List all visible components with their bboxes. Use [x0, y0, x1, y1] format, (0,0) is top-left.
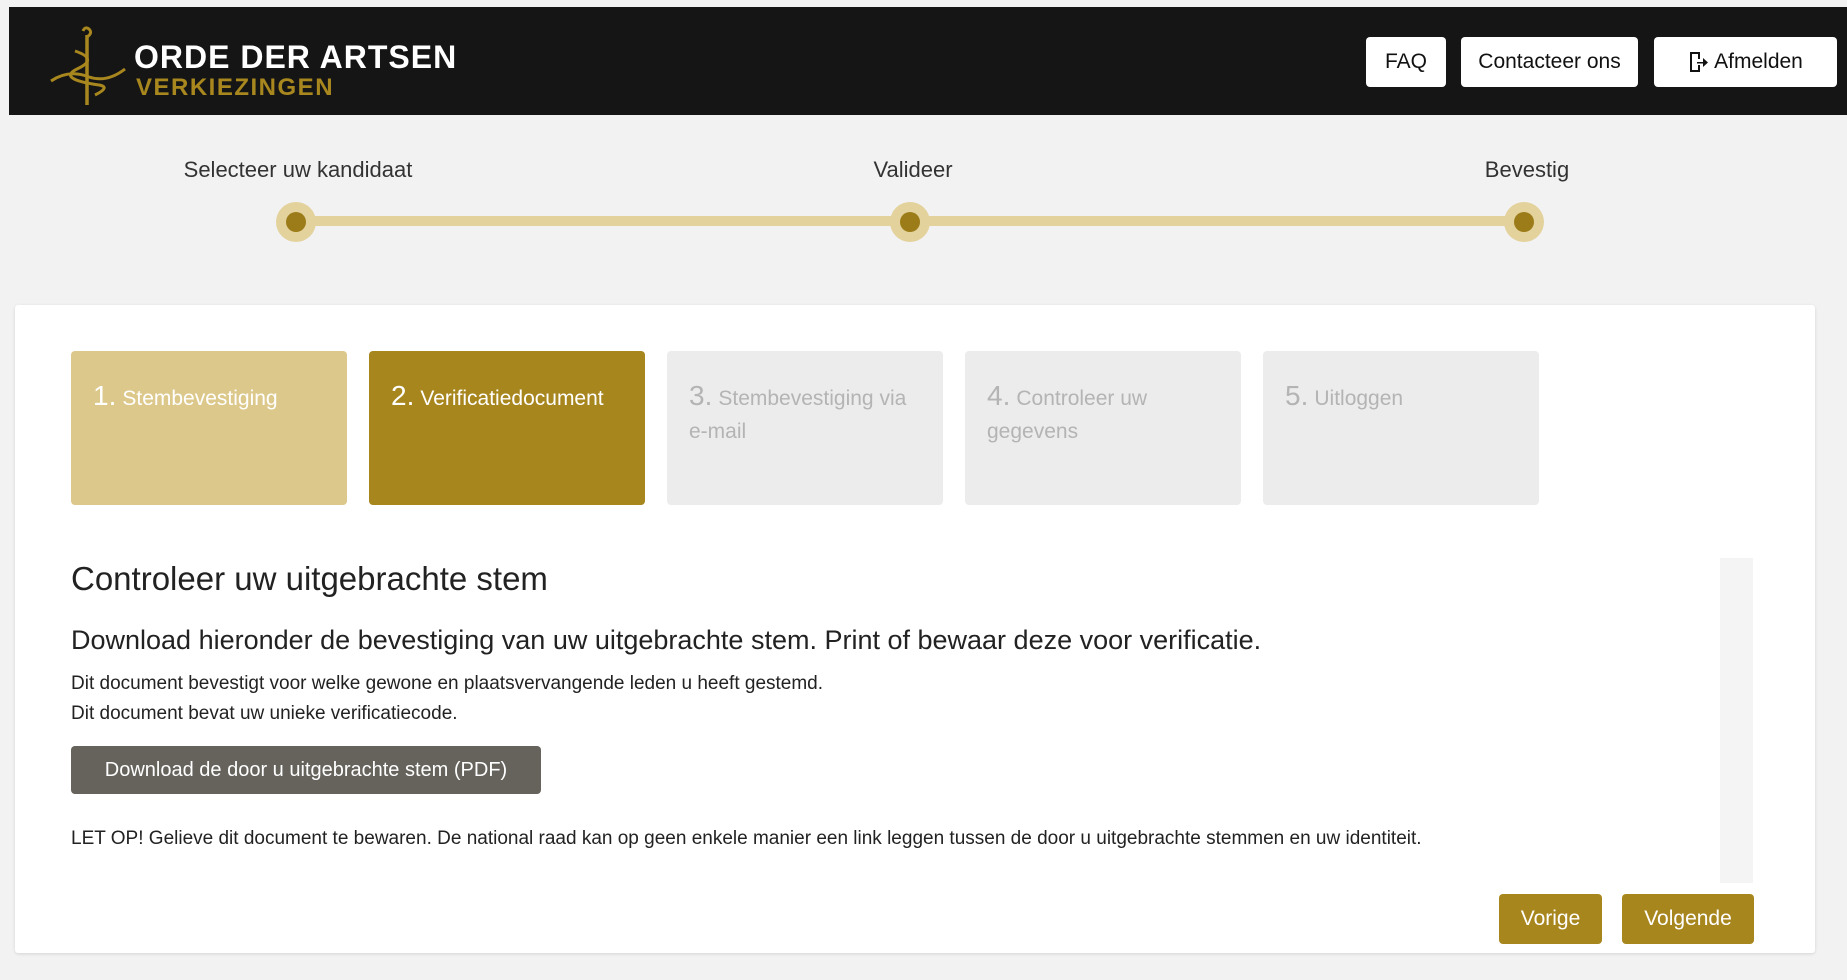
contact-button-label: Contacteer ons — [1478, 50, 1621, 73]
tracker-dot-confirm — [1504, 202, 1544, 242]
tracker-label-validate: Valideer — [873, 157, 953, 182]
wizard-step-label: Stembevestiging via e-mail — [689, 387, 907, 443]
content-line-members: Dit document bevestigt voor welke gewone… — [71, 673, 824, 694]
wizard-step-label: Controleer uw gegevens — [987, 387, 1148, 443]
wizard-step-number: 3. — [689, 380, 713, 411]
tracker-label-confirm: Bevestig — [1484, 157, 1570, 182]
brand-name: ORDE DER ARTSEN — [134, 39, 458, 75]
tracker-label-select: Selecteer uw kandidaat — [183, 157, 413, 182]
logout-icon — [1690, 52, 1709, 72]
download-pdf-label: Download de door u uitgebrachte stem (PD… — [104, 758, 508, 781]
wizard-step-uitloggen: 5. Uitloggen — [1263, 351, 1539, 505]
content-line-code: Dit document bevat uw unieke verificatie… — [71, 703, 458, 724]
content-title: Controleer uw uitgebrachte stem — [71, 560, 548, 597]
wizard-step-gegevens: 4. Controleer uw gegevens — [965, 351, 1241, 505]
wizard-step-email: 3. Stembevestiging via e-mail — [667, 351, 943, 505]
wizard-step-stembevestiging: 1. Stembevestiging — [71, 351, 347, 505]
top-navbar: ORDE DER ARTSEN VERKIEZINGEN FAQ Contact… — [9, 7, 1847, 115]
wizard-card: 1. Stembevestiging 2. Verificatiedocument … — [15, 305, 1815, 953]
wizard-step-label: Uitloggen — [1314, 387, 1404, 410]
wizard-step-verificatiedocument: 2. Verificatiedocument — [369, 351, 645, 505]
wizard-step-number: 4. — [987, 380, 1011, 411]
logout-button[interactable]: Afmelden — [1654, 37, 1837, 87]
wizard-step-number: 2. — [391, 380, 415, 411]
wizard-step-label: Verificatiedocument — [420, 387, 604, 410]
previous-button-label: Vorige — [1520, 907, 1581, 930]
download-pdf-button[interactable]: Download de door u uitgebrachte stem (PD… — [71, 746, 541, 794]
faq-button-label: FAQ — [1384, 50, 1427, 73]
previous-button[interactable]: Vorige — [1499, 894, 1602, 944]
caduceus-logo-icon — [50, 26, 126, 105]
next-button-label: Volgende — [1644, 907, 1732, 930]
wizard-step-label: Stembevestiging — [122, 387, 278, 410]
content-subtitle: Download hieronder de bevestiging van uw… — [71, 625, 1262, 655]
faq-button[interactable]: FAQ — [1366, 37, 1446, 87]
logout-button-label: Afmelden — [1714, 50, 1803, 73]
tracker-dot-validate — [890, 202, 930, 242]
tracker-dot-select — [276, 202, 316, 242]
contact-button[interactable]: Contacteer ons — [1461, 37, 1638, 87]
brand-subtitle: VERKIEZINGEN — [136, 74, 335, 101]
wizard-step-number: 5. — [1285, 380, 1309, 411]
next-button[interactable]: Volgende — [1622, 894, 1754, 944]
content-scrollbar[interactable] — [1720, 558, 1753, 883]
wizard-step-number: 1. — [93, 380, 117, 411]
warning-text: LET OP! Gelieve dit document te bewaren.… — [71, 828, 1422, 849]
